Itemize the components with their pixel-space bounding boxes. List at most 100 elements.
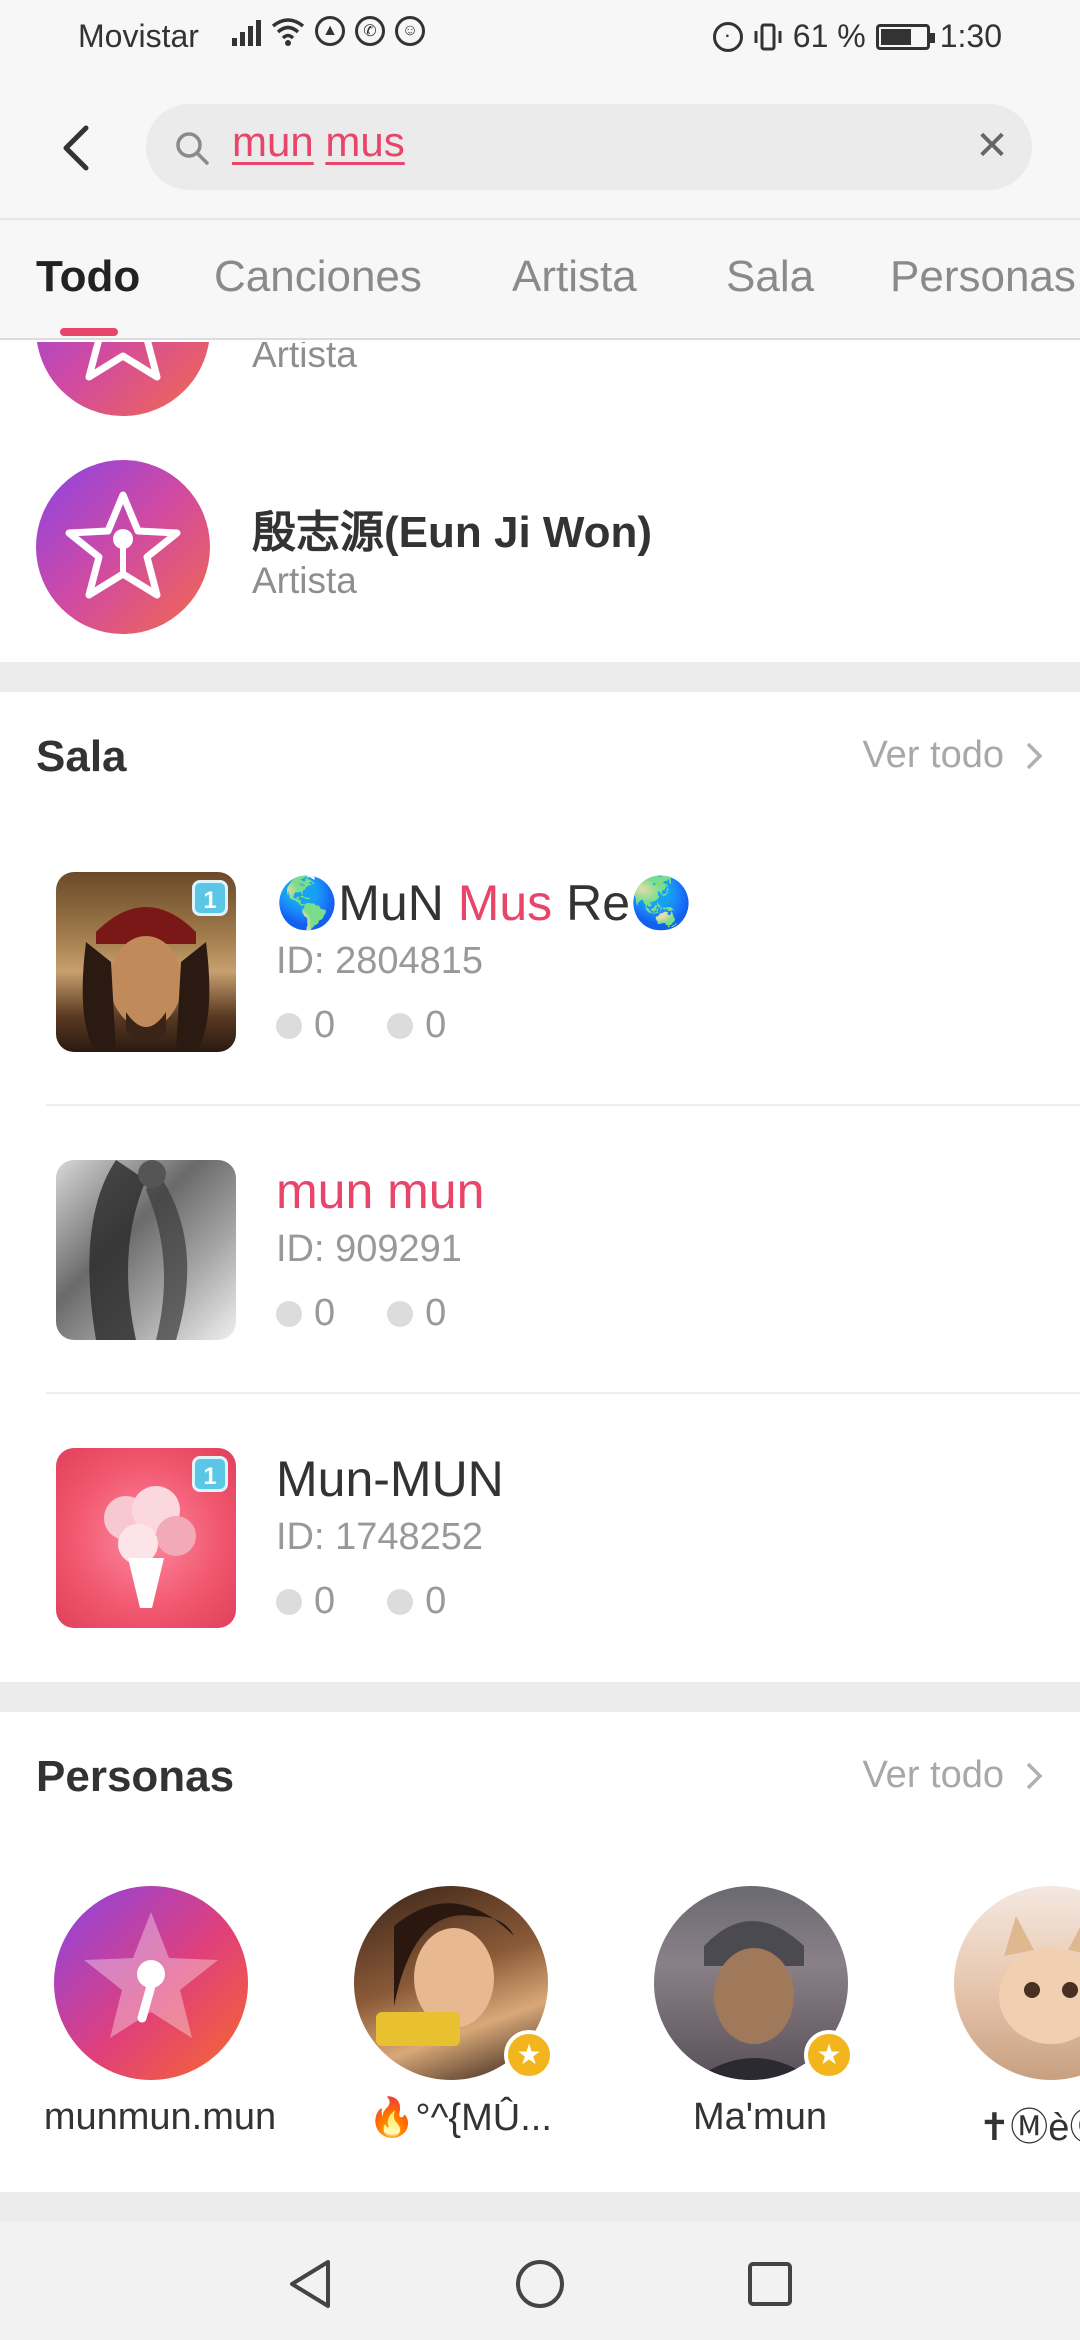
- artist-row[interactable]: Artista: [0, 342, 1080, 442]
- star-mic-icon: [84, 1912, 218, 2038]
- person-item[interactable]: ✝ⓂèⓄ♎: [910, 1886, 1080, 2149]
- artist-type: Artista: [252, 560, 357, 601]
- mic-count: 0: [314, 1292, 336, 1334]
- room-title-part: Mun-MUN: [276, 1451, 504, 1507]
- person-item[interactable]: ★ Ma'mun: [610, 1886, 870, 2138]
- section-title-personas: Personas: [36, 1752, 235, 1801]
- category-tabs: Todo Canciones Artista Sala Personas: [0, 220, 1080, 340]
- avatar: [954, 1886, 1080, 2080]
- room-item[interactable]: 1 Mun-MUN ID: 1748252 0 0: [0, 1408, 1080, 1696]
- chevron-right-icon: [1026, 742, 1043, 769]
- person-name: munmun.mun: [43, 2096, 277, 2138]
- tab-personas[interactable]: Personas: [890, 252, 1076, 302]
- person-name: ✝ⓂèⓄ♎: [978, 2107, 1080, 2149]
- artist-row[interactable]: 殷志源(Eun Ji Won) Artista: [0, 460, 1080, 660]
- person-name: Ma'mun: [693, 2096, 827, 2138]
- room-id: ID: 1748252: [276, 1516, 484, 1558]
- room-stats: 0 0: [276, 1580, 446, 1623]
- mic-count: 0: [314, 1004, 336, 1046]
- nav-back-icon[interactable]: [286, 2258, 334, 2310]
- mic-count-icon: [276, 1012, 302, 1039]
- carrier-name: Movistar: [78, 18, 199, 54]
- system-navigation-bar: [0, 2222, 1080, 2340]
- mic-count: 0: [314, 1580, 336, 1622]
- row-divider: [46, 1392, 1080, 1394]
- user-count-icon: [387, 1012, 414, 1039]
- room-thumbnail: 1: [56, 1448, 236, 1628]
- artist-avatar: [36, 460, 210, 634]
- see-all-label: Ver todo: [862, 734, 1004, 776]
- artist-type: Artista: [252, 342, 357, 375]
- room-id: ID: 2804815: [276, 940, 484, 982]
- person-name: 🔥°^{MÛ...: [368, 2097, 552, 2139]
- status-icons-right: · 61 % 1:30: [712, 18, 1002, 55]
- vibrate-icon: [754, 23, 782, 50]
- status-icons-left: ▲ ✆ ☺: [232, 16, 425, 46]
- whatsapp-icon: ✆: [355, 16, 385, 46]
- room-title-part: 🌎MuN: [276, 875, 458, 931]
- row-divider: [46, 1104, 1080, 1106]
- room-thumbnail: [56, 1160, 236, 1340]
- cat-photo: [999, 1916, 1080, 2044]
- search-header: mun mus ✕: [0, 76, 1080, 220]
- back-arrow-icon[interactable]: [52, 118, 100, 178]
- tab-artista[interactable]: Artista: [512, 252, 637, 302]
- room-level-badge: 1: [192, 880, 228, 916]
- room-item[interactable]: 1 🌎MuN Mus Re🌏 ID: 2804815 0 0: [0, 832, 1080, 1120]
- nav-app-icon: ▲: [315, 16, 345, 46]
- search-icon: [176, 132, 209, 165]
- room-level-badge: 1: [192, 1456, 228, 1492]
- room-stats: 0 0: [276, 1292, 446, 1335]
- status-bar: Movistar ▲ ✆ ☺ · 61 % 1:30: [0, 0, 1080, 76]
- tab-sala[interactable]: Sala: [726, 252, 814, 302]
- personas-see-all-link[interactable]: Ver todo: [862, 1754, 1044, 1797]
- clock: 1:30: [939, 18, 1002, 54]
- room-title: 🌎MuN Mus Re🌏: [276, 874, 692, 933]
- avatar: [54, 1886, 248, 2080]
- section-title-sala: Sala: [36, 732, 127, 781]
- close-icon[interactable]: ✕: [970, 124, 1014, 168]
- portrait-image: [89, 1160, 188, 1340]
- user-count-icon: [387, 1300, 414, 1327]
- star-mic-icon: [85, 342, 161, 381]
- tab-canciones[interactable]: Canciones: [214, 252, 422, 302]
- battery-percent: 61 %: [792, 18, 866, 54]
- room-title-part: Re🌏: [552, 875, 693, 931]
- room-thumbnail: 1: [56, 872, 236, 1052]
- artist-name: 殷志源(Eun Ji Won): [252, 508, 653, 557]
- nav-recents-icon[interactable]: [746, 2260, 794, 2308]
- room-title: Mun-MUN: [276, 1450, 504, 1508]
- section-divider: [0, 1682, 1080, 1712]
- room-title-highlight: mun mun: [276, 1163, 485, 1219]
- wifi-icon: [271, 18, 305, 46]
- room-stats: 0 0: [276, 1004, 446, 1047]
- query-word: mus: [325, 118, 405, 165]
- tab-todo[interactable]: Todo: [36, 252, 140, 302]
- person-item[interactable]: ★ 🔥°^{MÛ...: [310, 1886, 570, 2139]
- battery-icon: [875, 23, 935, 50]
- person-item[interactable]: munmun.mun: [10, 1886, 276, 2138]
- vip-badge-icon: ★: [804, 2030, 854, 2080]
- user-count: 0: [425, 1292, 447, 1334]
- section-divider: [0, 662, 1080, 692]
- search-input[interactable]: mun mus ✕: [146, 104, 1032, 190]
- sala-see-all-link[interactable]: Ver todo: [862, 734, 1044, 777]
- signal-icon: [232, 16, 261, 46]
- mic-count-icon: [276, 1300, 302, 1327]
- search-query[interactable]: mun mus: [232, 118, 405, 166]
- artist-avatar: [36, 342, 210, 416]
- room-item[interactable]: mun mun ID: 909291 0 0: [0, 1120, 1080, 1408]
- room-id: ID: 909291: [276, 1228, 462, 1270]
- user-count: 0: [425, 1004, 447, 1046]
- messenger-icon: ☺: [395, 16, 425, 46]
- section-divider: [0, 2192, 1080, 2222]
- query-word: mun: [232, 118, 314, 165]
- artist-list: Artista 殷志源(Eun Ji Won) Artista: [0, 342, 1080, 662]
- chevron-right-icon: [1026, 1762, 1043, 1789]
- user-count-icon: [387, 1588, 414, 1615]
- see-all-label: Ver todo: [862, 1754, 1004, 1796]
- nav-home-icon[interactable]: [514, 2258, 566, 2310]
- mic-count-icon: [276, 1588, 302, 1615]
- room-title: mun mun: [276, 1162, 484, 1220]
- room-title-highlight: Mus: [457, 875, 553, 931]
